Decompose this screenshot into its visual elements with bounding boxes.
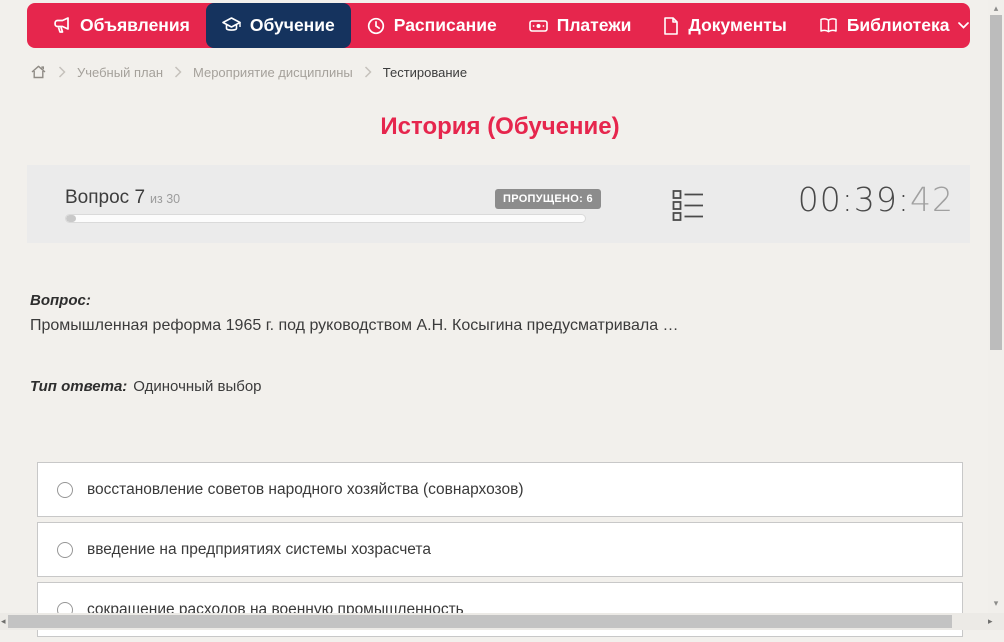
breadcrumb-item-discipline-event[interactable]: Мероприятие дисциплины: [193, 65, 353, 80]
banknote-icon: [528, 19, 548, 32]
answer-option-label: введение на предприятиях системы хозрасч…: [87, 540, 431, 558]
nav-item-announcements[interactable]: Объявления: [37, 3, 206, 48]
horizontal-scrollbar-thumb[interactable]: [8, 615, 952, 628]
main-nav: Объявления Обучение Расписание Платежи Д…: [27, 3, 970, 48]
scroll-left-arrow-icon[interactable]: ◂: [1, 616, 6, 627]
radio-button[interactable]: [57, 481, 73, 498]
graduation-cap-icon: [222, 17, 241, 31]
breadcrumb-separator-icon: [58, 66, 66, 78]
nav-item-label: Обучение: [249, 15, 335, 35]
megaphone-icon: [54, 17, 69, 33]
timer-hours-minutes: 00:39:: [797, 180, 910, 219]
answer-type-value: Одиночный выбор: [133, 378, 262, 395]
answer-option-label: восстановление советов народного хозяйст…: [87, 480, 524, 498]
scroll-right-arrow-icon[interactable]: ▸: [988, 616, 993, 627]
nav-item-schedule[interactable]: Расписание: [351, 3, 513, 48]
question-header-card: Вопрос 7 из 30 ПРОПУЩЕНО: 6 00:39:42: [27, 165, 970, 243]
question-list-icon[interactable]: [672, 189, 704, 222]
question-text: Промышленная реформа 1965 г. под руковод…: [30, 317, 679, 334]
question-number-label: Вопрос 7: [65, 187, 146, 208]
nav-item-label: Документы: [688, 15, 787, 35]
nav-item-library[interactable]: Библиотека: [803, 3, 986, 48]
breadcrumb-item-testing: Тестирование: [382, 64, 468, 80]
nav-item-label: Платежи: [556, 15, 632, 35]
timer-seconds: 42: [910, 180, 954, 219]
progress-bar-fill: [66, 215, 77, 222]
document-icon: [664, 16, 679, 35]
breadcrumb: Учебный план Мероприятие дисциплины Тест…: [30, 62, 467, 82]
nav-item-label: Библиотека: [846, 15, 950, 35]
answer-option-1[interactable]: восстановление советов народного хозяйст…: [37, 462, 963, 517]
nav-item-label: Расписание: [393, 15, 497, 35]
nav-item-payments[interactable]: Платежи: [513, 3, 648, 48]
horizontal-scrollbar[interactable]: ◂ ▸: [0, 613, 1004, 630]
question-number: Вопрос 7 из 30: [65, 187, 180, 209]
scroll-up-arrow-icon[interactable]: ▴: [988, 3, 1004, 14]
question-heading: Вопрос:: [30, 292, 91, 309]
chevron-down-icon: [958, 22, 970, 29]
scroll-down-arrow-icon[interactable]: ▾: [988, 598, 1004, 609]
skipped-badge: ПРОПУЩЕНО: 6: [495, 189, 601, 209]
breadcrumb-separator-icon: [364, 66, 372, 78]
breadcrumb-item-study-plan[interactable]: Учебный план: [77, 65, 163, 80]
home-icon[interactable]: [30, 64, 47, 80]
nav-item-documents[interactable]: Документы: [647, 3, 802, 48]
question-of-total: из 30: [150, 192, 181, 206]
breadcrumb-separator-icon: [174, 66, 182, 78]
nav-item-learning[interactable]: Обучение: [205, 3, 351, 48]
timer: 00:39:42: [798, 180, 954, 219]
clock-icon: [367, 17, 384, 34]
answer-type-label: Тип ответа:: [30, 378, 128, 395]
answer-option-2[interactable]: введение на предприятиях системы хозрасч…: [37, 522, 963, 577]
progress-bar: [65, 214, 586, 223]
open-book-icon: [820, 18, 837, 33]
vertical-scrollbar-thumb[interactable]: [990, 15, 1002, 350]
answer-type: Тип ответа: Одиночный выбор: [30, 378, 262, 395]
page-title: История (Обучение): [380, 113, 620, 140]
nav-item-label: Объявления: [80, 15, 190, 35]
radio-button[interactable]: [57, 541, 73, 558]
vertical-scrollbar[interactable]: ▴ ▾: [988, 0, 1004, 613]
